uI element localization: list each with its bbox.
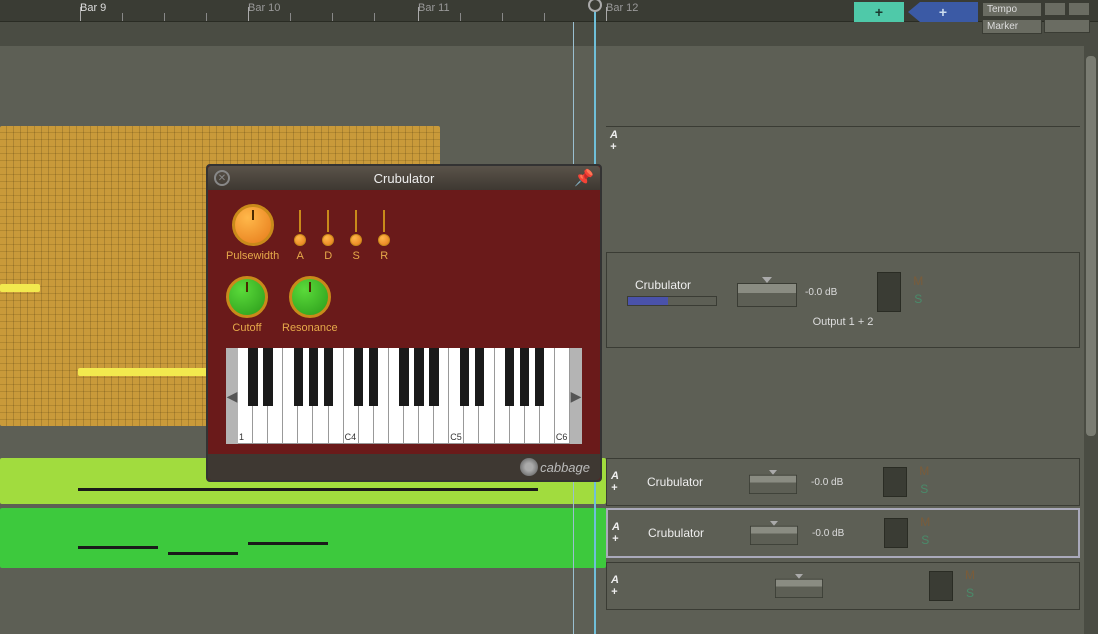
bar-label: Bar 9 bbox=[80, 2, 106, 14]
release-slider[interactable]: R bbox=[377, 210, 391, 262]
track-fader[interactable] bbox=[737, 277, 797, 307]
track-ab-controls[interactable]: A+ bbox=[610, 129, 628, 153]
track-name-label: Crubulator bbox=[647, 475, 703, 489]
track-header-selected[interactable]: A+ Crubulator -0.0 dB MS bbox=[606, 508, 1080, 558]
midi-clip-green[interactable] bbox=[0, 508, 606, 568]
track-db-label: -0.0 dB bbox=[805, 287, 837, 298]
black-key[interactable] bbox=[399, 348, 408, 406]
attack-slider[interactable]: A bbox=[293, 210, 307, 262]
plugin-title: Crubulator bbox=[374, 171, 435, 186]
track-header-folded: A+ bbox=[606, 126, 1080, 216]
black-key[interactable] bbox=[505, 348, 514, 406]
mute-button[interactable]: M bbox=[915, 464, 933, 482]
track-header-main[interactable]: Crubulator -0.0 dB M S Output 1 + 2 bbox=[606, 252, 1080, 348]
track-ab-controls[interactable]: A+ bbox=[612, 521, 630, 545]
track-ab-controls[interactable]: A+ bbox=[611, 574, 629, 598]
tempo-opt1-button[interactable] bbox=[1044, 2, 1066, 16]
track-output-label: Output 1 + 2 bbox=[813, 316, 874, 328]
plus-icon: + bbox=[875, 4, 883, 20]
keyboard-scroll-right[interactable]: ▶ bbox=[570, 348, 582, 444]
pulsewidth-knob[interactable]: Pulsewidth bbox=[226, 204, 279, 262]
black-key[interactable] bbox=[475, 348, 484, 406]
white-key[interactable] bbox=[555, 348, 570, 444]
black-key[interactable] bbox=[309, 348, 318, 406]
level-meter bbox=[627, 296, 717, 306]
resonance-knob[interactable]: Resonance bbox=[282, 276, 338, 334]
keyboard-scroll-left[interactable]: ◀ bbox=[226, 348, 238, 444]
plus-icon: + bbox=[939, 4, 947, 20]
solo-button[interactable]: S bbox=[916, 533, 934, 551]
tempo-opt2-button[interactable] bbox=[1068, 2, 1090, 16]
track-meter bbox=[877, 272, 901, 312]
track-fader[interactable] bbox=[775, 574, 823, 598]
cabbage-logo: cabbage bbox=[540, 460, 590, 475]
track-fader[interactable] bbox=[749, 470, 797, 494]
add-track-button-teal[interactable]: + bbox=[854, 2, 904, 22]
marker-button[interactable]: Marker bbox=[982, 19, 1042, 34]
black-key[interactable] bbox=[263, 348, 272, 406]
vertical-scrollbar[interactable] bbox=[1084, 46, 1098, 634]
track-headers-panel: A+ Crubulator -0.0 dB M S Output 1 + 2 A… bbox=[606, 46, 1080, 634]
track-ab-controls[interactable]: A+ bbox=[611, 470, 629, 494]
black-key[interactable] bbox=[354, 348, 363, 406]
track-meter bbox=[883, 467, 907, 497]
close-icon: ✕ bbox=[218, 173, 226, 184]
black-key[interactable] bbox=[429, 348, 438, 406]
track-name-label: Crubulator bbox=[648, 526, 704, 540]
bar-label: Bar 12 bbox=[606, 2, 638, 14]
plugin-titlebar[interactable]: ✕ Crubulator 📌 bbox=[208, 166, 600, 190]
cutoff-knob[interactable]: Cutoff bbox=[226, 276, 268, 334]
add-track-button-blue[interactable]: + bbox=[908, 2, 978, 22]
plugin-body: Pulsewidth A D S R Cutoff Resonance ◀ 1 C… bbox=[208, 190, 600, 454]
scroll-thumb[interactable] bbox=[1086, 56, 1096, 436]
mute-button[interactable]: M bbox=[909, 274, 927, 292]
track-ms-buttons: M S bbox=[909, 274, 927, 310]
key-label: 1 bbox=[239, 432, 244, 442]
bar-label: Bar 10 bbox=[248, 2, 280, 14]
midi-note[interactable] bbox=[78, 368, 208, 376]
black-key[interactable] bbox=[294, 348, 303, 406]
cabbage-icon bbox=[520, 458, 538, 476]
midi-note[interactable] bbox=[0, 284, 40, 292]
bar-label: Bar 11 bbox=[418, 2, 450, 14]
track-db-label: -0.0 dB bbox=[811, 477, 843, 488]
black-key[interactable] bbox=[369, 348, 378, 406]
track-header[interactable]: A+ MS bbox=[606, 562, 1080, 610]
black-key[interactable] bbox=[535, 348, 544, 406]
track-fader[interactable] bbox=[750, 521, 798, 545]
solo-button[interactable]: S bbox=[909, 292, 927, 310]
sustain-slider[interactable]: S bbox=[349, 210, 363, 262]
key-label: C5 bbox=[450, 432, 462, 442]
black-key[interactable] bbox=[414, 348, 423, 406]
key-label: C6 bbox=[556, 432, 568, 442]
decay-slider[interactable]: D bbox=[321, 210, 335, 262]
plugin-window[interactable]: ✕ Crubulator 📌 Pulsewidth A D S R Cutoff… bbox=[206, 164, 602, 482]
pin-icon[interactable]: 📌 bbox=[574, 168, 594, 188]
track-meter bbox=[884, 518, 908, 548]
black-key[interactable] bbox=[248, 348, 257, 406]
tempo-button[interactable]: Tempo bbox=[982, 2, 1042, 17]
solo-button[interactable]: S bbox=[961, 586, 979, 604]
black-key[interactable] bbox=[324, 348, 333, 406]
toolbar-top-right: + + Tempo Marker bbox=[854, 2, 1090, 34]
track-name-label: Crubulator bbox=[635, 278, 691, 292]
mute-button[interactable]: M bbox=[961, 568, 979, 586]
close-button[interactable]: ✕ bbox=[214, 170, 230, 186]
track-meter bbox=[929, 571, 953, 601]
plugin-keyboard[interactable]: ◀ 1 C4 C5 C6 ▶ bbox=[226, 348, 582, 444]
black-key[interactable] bbox=[520, 348, 529, 406]
solo-button[interactable]: S bbox=[915, 482, 933, 500]
track-header[interactable]: A+ Crubulator -0.0 dB MS bbox=[606, 458, 1080, 506]
key-label: C4 bbox=[345, 432, 357, 442]
mute-button[interactable]: M bbox=[916, 515, 934, 533]
marker-opt-button[interactable] bbox=[1044, 19, 1090, 33]
track-db-label: -0.0 dB bbox=[812, 528, 844, 539]
black-key[interactable] bbox=[460, 348, 469, 406]
plugin-footer: cabbage bbox=[208, 454, 600, 480]
